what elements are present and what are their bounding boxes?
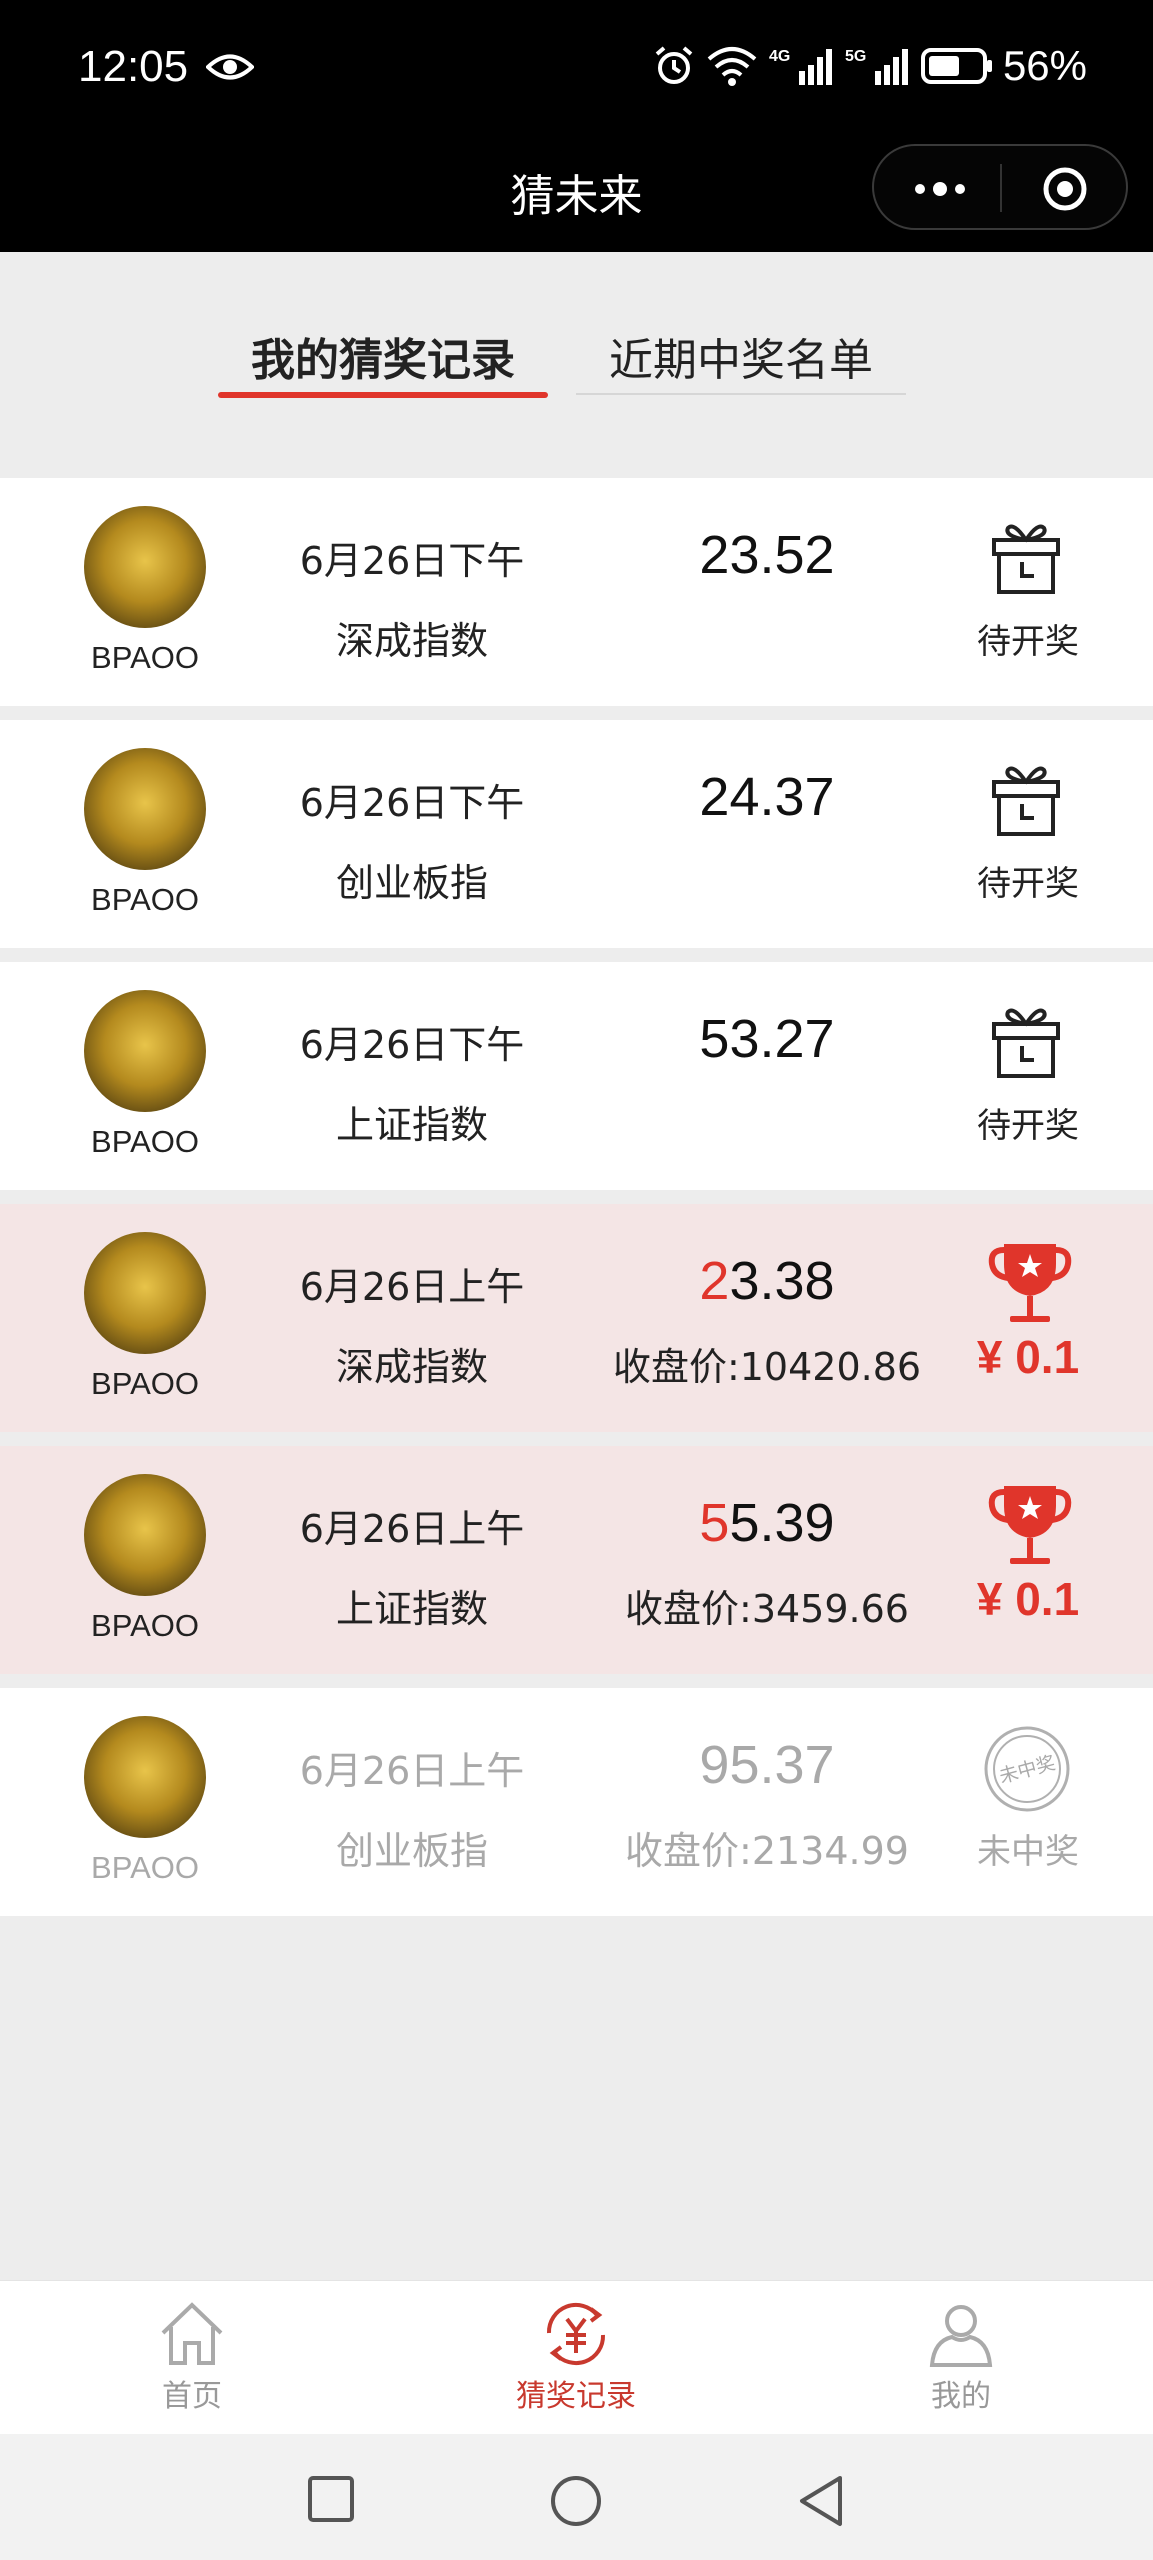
guess-rest: 95.37	[699, 1735, 835, 1795]
back-triangle-icon[interactable]	[796, 2474, 846, 2528]
username: BPAOO	[91, 1850, 199, 1885]
bottom-tab-bar: 首页 猜奖记录 我的	[0, 2280, 1153, 2434]
user-icon	[929, 2305, 993, 2367]
guess-hit-digit: 2	[699, 1251, 730, 1311]
battery-icon	[920, 48, 992, 84]
record-date: 6月26日上午	[299, 1507, 525, 1551]
alarm-icon	[655, 46, 693, 84]
username: BPAOO	[91, 1366, 199, 1401]
index-name: 上证指数	[335, 1587, 488, 1631]
tab-recent-winners[interactable]: 近期中奖名单	[576, 324, 906, 388]
guess-value: 23.52	[600, 524, 934, 586]
nav-bar: 猜未来	[0, 140, 1153, 252]
index-name: 深成指数	[335, 619, 488, 663]
guess-value: 55.39	[600, 1492, 934, 1554]
record-date: 6月26日上午	[299, 1265, 525, 1309]
miniprogram-capsule	[872, 144, 1128, 230]
guess-record-icon	[546, 2302, 606, 2366]
tab-my-records[interactable]: 我的猜奖记录	[218, 324, 548, 388]
gift-clock-icon	[992, 524, 1060, 594]
trophy-icon	[988, 1486, 1072, 1564]
guess-value: 23.38	[600, 1250, 934, 1312]
trophy-icon	[988, 1244, 1072, 1322]
close-target-icon[interactable]	[1042, 166, 1088, 212]
guess-hit-digit: 5	[699, 1493, 730, 1553]
guess-value: 95.37	[600, 1734, 934, 1796]
record-row[interactable]: BPAOO 6月26日下午 上证指数 53.27 待开奖	[0, 962, 1153, 1190]
record-row[interactable]: BPAOO 6月26日上午 创业板指 95.37 收盘价:2134.99 未中奖…	[0, 1688, 1153, 1916]
record-date: 6月26日下午	[299, 539, 525, 583]
status-text: 未中奖	[977, 1832, 1079, 1872]
signal-4g-icon: 4G	[769, 48, 832, 85]
index-name: 创业板指	[335, 1829, 488, 1873]
tabbar-home-label: 首页	[162, 2379, 222, 2414]
guess-rest: 24.37	[699, 767, 835, 827]
guess-rest: 53.27	[699, 1009, 835, 1069]
status-text: 待开奖	[977, 1106, 1079, 1146]
gift-clock-icon	[992, 766, 1060, 836]
status-bar: 12:05 4G 5G 56%	[0, 0, 1153, 140]
tabbar-guess-record[interactable]: 猜奖记录	[476, 2299, 676, 2415]
tabbar-guess-record-label: 猜奖记录	[516, 2379, 636, 2414]
avatar	[84, 1232, 206, 1354]
tabbar-mine-label: 我的	[931, 2379, 991, 2414]
record-row[interactable]: BPAOO 6月26日下午 深成指数 23.52 待开奖	[0, 478, 1153, 706]
close-price: 收盘价:10420.86	[612, 1345, 922, 1389]
username: BPAOO	[91, 1608, 199, 1643]
home-circle-icon[interactable]	[549, 2474, 603, 2528]
status-icons: 4G 5G 56%	[653, 42, 1087, 90]
record-tabs: 我的猜奖记录 近期中奖名单	[0, 252, 1153, 478]
tabbar-home[interactable]: 首页	[92, 2299, 292, 2415]
avatar	[84, 1716, 206, 1838]
avatar	[84, 506, 206, 628]
svg-text:5G: 5G	[845, 48, 866, 65]
not-won-stamp-icon: 未中奖	[984, 1726, 1070, 1812]
system-nav-bar	[0, 2434, 1153, 2560]
avatar	[84, 748, 206, 870]
tabbar-mine[interactable]: 我的	[861, 2299, 1061, 2415]
more-icon[interactable]	[910, 172, 970, 206]
guess-rest: 23.52	[699, 525, 835, 585]
svg-text:4G: 4G	[769, 48, 790, 65]
tab-inactive-indicator	[576, 393, 906, 395]
record-date: 6月26日上午	[299, 1749, 525, 1793]
tab-active-indicator	[218, 392, 548, 398]
guess-value: 24.37	[600, 766, 934, 828]
index-name: 上证指数	[335, 1103, 488, 1147]
record-row[interactable]: BPAOO 6月26日上午 上证指数 55.39 收盘价:3459.66 ¥ 0…	[0, 1446, 1153, 1674]
username: BPAOO	[91, 882, 199, 917]
record-row[interactable]: BPAOO 6月26日下午 创业板指 24.37 待开奖	[0, 720, 1153, 948]
gift-clock-icon	[992, 1008, 1060, 1078]
wifi-icon	[707, 47, 757, 86]
record-row[interactable]: BPAOO 6月26日上午 深成指数 23.38 收盘价:10420.86 ¥ …	[0, 1204, 1153, 1432]
signal-5g-icon: 5G	[845, 48, 908, 85]
guess-rest: 5.39	[729, 1493, 835, 1553]
status-time: 12:05	[78, 42, 189, 91]
eye-icon	[206, 54, 254, 80]
status-text: 待开奖	[977, 622, 1079, 662]
status-text: 待开奖	[977, 864, 1079, 904]
home-icon	[161, 2302, 223, 2365]
prize-amount: ¥ 0.1	[976, 1331, 1080, 1383]
avatar	[84, 1474, 206, 1596]
index-name: 创业板指	[335, 861, 488, 905]
stamp-text: 未中奖	[997, 1752, 1058, 1788]
record-date: 6月26日下午	[299, 1023, 525, 1067]
guess-value: 53.27	[600, 1008, 934, 1070]
close-price: 收盘价:3459.66	[625, 1587, 909, 1631]
guess-rest: 3.38	[729, 1251, 835, 1311]
battery-percent: 56%	[1002, 42, 1087, 89]
capsule-divider	[1000, 164, 1002, 212]
avatar	[84, 990, 206, 1112]
index-name: 深成指数	[335, 1345, 488, 1389]
prize-amount: ¥ 0.1	[976, 1573, 1080, 1625]
record-date: 6月26日下午	[299, 781, 525, 825]
username: BPAOO	[91, 640, 199, 675]
close-price: 收盘价:2134.99	[625, 1829, 909, 1873]
username: BPAOO	[91, 1124, 199, 1159]
recent-apps-icon[interactable]	[306, 2474, 356, 2524]
